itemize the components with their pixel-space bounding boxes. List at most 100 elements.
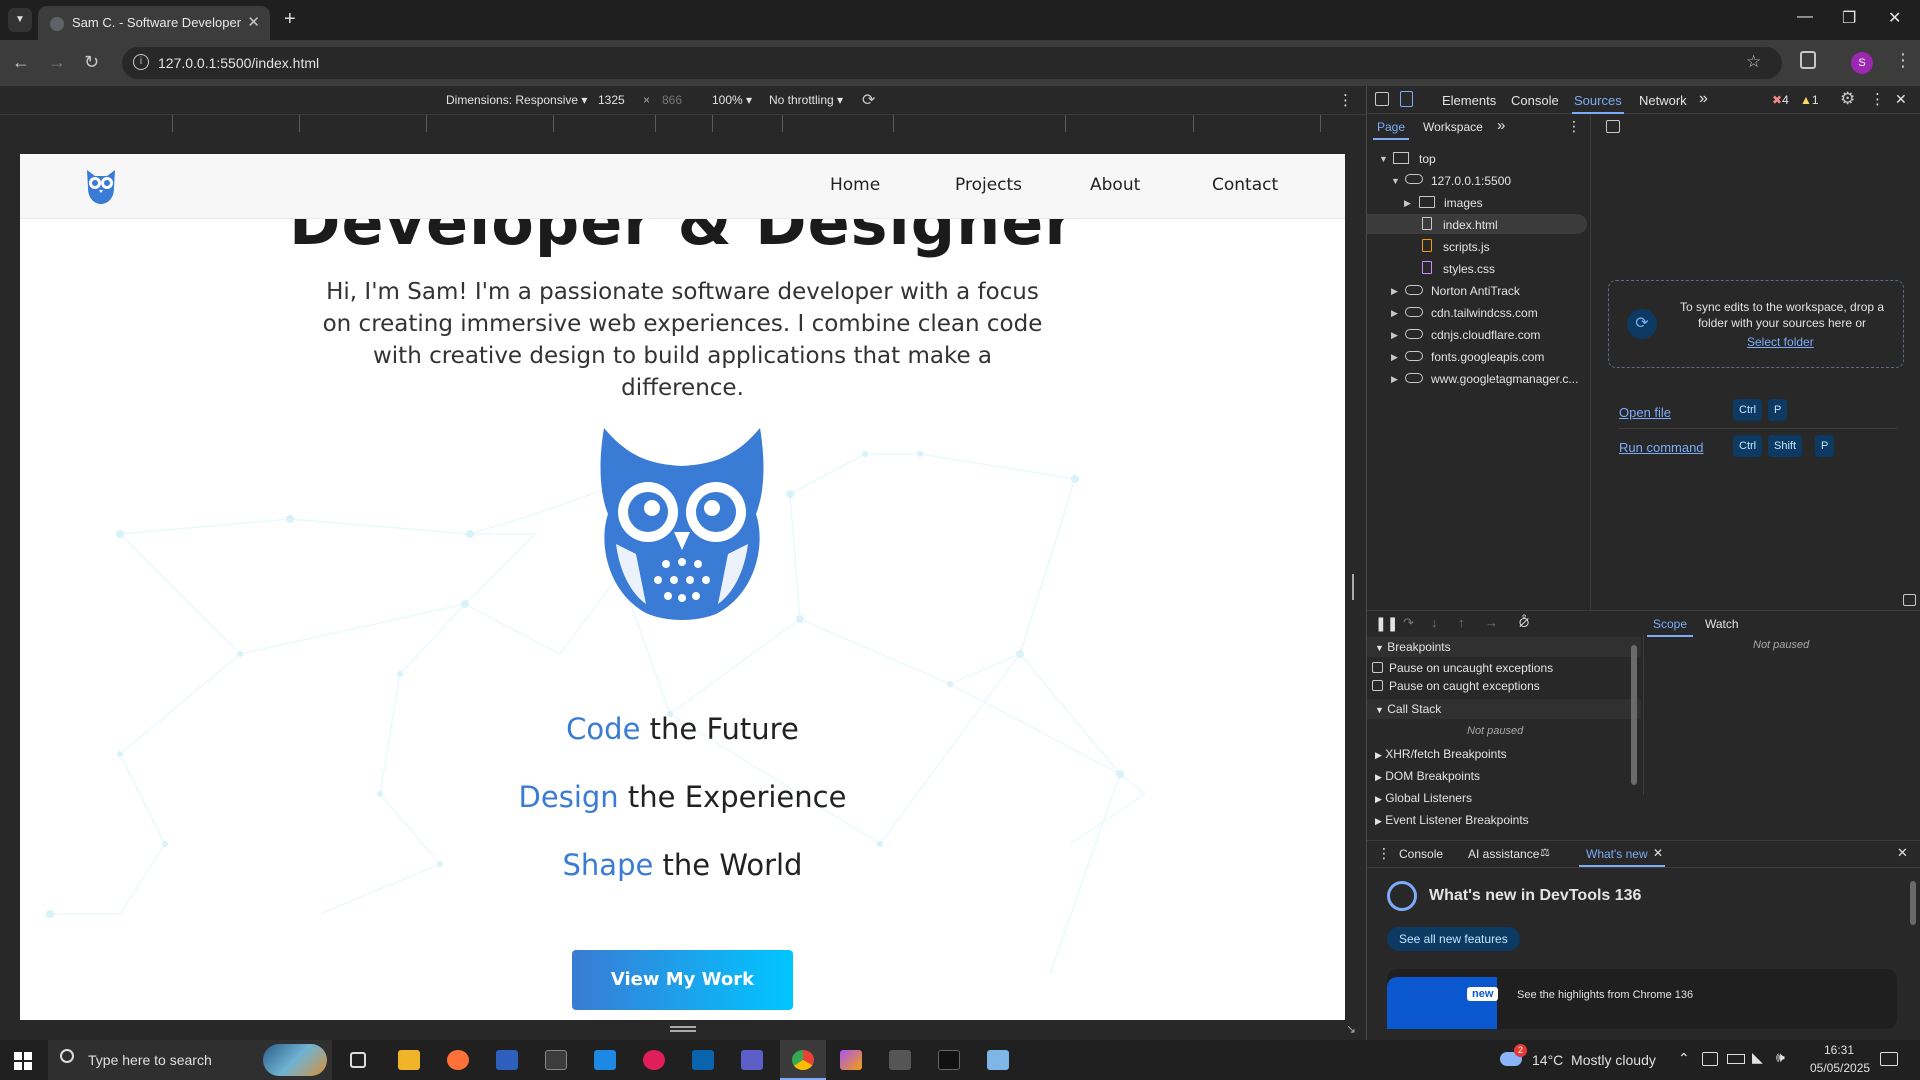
- tree-top[interactable]: top: [1419, 152, 1436, 166]
- warning-count-badge[interactable]: ▲1: [1800, 93, 1819, 107]
- tree-expand-top-icon[interactable]: ▼: [1379, 154, 1388, 164]
- taskbar-search-box[interactable]: Type here to search: [48, 1040, 332, 1080]
- snipping-icon[interactable]: [889, 1050, 911, 1070]
- rotate-icon[interactable]: ⟳: [862, 90, 875, 110]
- width-input[interactable]: 1325: [598, 93, 625, 107]
- debugger-scrollbar[interactable]: [1631, 645, 1637, 785]
- devtools-menu-icon[interactable]: ⋮: [1870, 90, 1885, 108]
- nav-about-link[interactable]: About: [1090, 175, 1140, 195]
- drawer-menu-icon[interactable]: ⋮: [1377, 845, 1391, 862]
- error-count-badge[interactable]: ✖4: [1772, 93, 1789, 107]
- nav-projects-link[interactable]: Projects: [955, 175, 1022, 195]
- firefox-icon[interactable]: [447, 1050, 469, 1070]
- throttling-select[interactable]: No throttling ▾: [769, 93, 843, 107]
- copilot-icon[interactable]: [840, 1050, 862, 1070]
- powershell-icon[interactable]: [496, 1050, 518, 1070]
- whats-new-close-icon[interactable]: ✕: [1653, 846, 1663, 860]
- tree-file-styles[interactable]: styles.css: [1443, 262, 1495, 276]
- inspect-element-icon[interactable]: [1375, 92, 1389, 106]
- step-out-icon[interactable]: ↑: [1458, 615, 1465, 630]
- viewport-resize-grip[interactable]: [670, 1026, 696, 1032]
- tree-expand-icon[interactable]: ▶: [1391, 308, 1398, 319]
- restore-button[interactable]: ❐: [1842, 8, 1856, 28]
- drawer-tab-ai-assistance[interactable]: AI assistance: [1468, 847, 1539, 861]
- tab-network[interactable]: Network: [1639, 93, 1687, 108]
- caught-checkbox[interactable]: [1372, 680, 1383, 691]
- tree-expand-icon[interactable]: ▶: [1391, 286, 1398, 297]
- tree-file-index[interactable]: index.html: [1443, 218, 1498, 232]
- new-tab-button[interactable]: +: [284, 8, 296, 31]
- address-bar[interactable]: i 127.0.0.1:5500/index.html ☆: [122, 47, 1782, 79]
- view-my-work-button[interactable]: View My Work: [572, 950, 793, 1010]
- tree-domain-tailwind[interactable]: cdn.tailwindcss.com: [1431, 306, 1538, 320]
- extensions-icon[interactable]: [1800, 51, 1816, 69]
- task-view-icon[interactable]: [350, 1052, 366, 1068]
- device-toggle-icon[interactable]: [1400, 91, 1413, 107]
- more-tabs-icon[interactable]: »: [1699, 90, 1708, 108]
- devtools-close-icon[interactable]: ✕: [1895, 91, 1907, 108]
- battery-icon[interactable]: [1727, 1054, 1745, 1064]
- navigator-menu-icon[interactable]: ⋮: [1567, 118, 1581, 135]
- step-over-icon[interactable]: ↷: [1403, 615, 1414, 631]
- dimensions-select[interactable]: Dimensions: Responsive ▾: [446, 93, 587, 107]
- teams-icon[interactable]: [741, 1050, 763, 1070]
- nav-home-link[interactable]: Home: [830, 175, 880, 195]
- highlights-card[interactable]: new See the highlights from Chrome 136: [1387, 969, 1897, 1029]
- profile-avatar[interactable]: S: [1851, 52, 1873, 74]
- call-stack-header[interactable]: ▼ Call Stack: [1367, 699, 1641, 719]
- tree-expand-images-icon[interactable]: ▶: [1404, 198, 1411, 209]
- owl-logo-icon[interactable]: [83, 166, 119, 206]
- clock-date[interactable]: 05/05/2025: [1810, 1061, 1870, 1075]
- select-folder-link[interactable]: Select folder: [1747, 335, 1814, 349]
- minimize-button[interactable]: —: [1797, 8, 1813, 26]
- run-command-link[interactable]: Run command: [1619, 440, 1704, 455]
- dom-breakpoints-header[interactable]: ▶ DOM Breakpoints: [1367, 769, 1641, 783]
- xhr-breakpoints-header[interactable]: ▶ XHR/fetch Breakpoints: [1367, 747, 1641, 761]
- toggle-debugger-icon[interactable]: [1903, 594, 1916, 606]
- nav-tab-workspace[interactable]: Workspace: [1423, 120, 1483, 134]
- step-icon[interactable]: →: [1485, 615, 1498, 630]
- forward-button[interactable]: →: [48, 52, 66, 73]
- tab-console[interactable]: Console: [1511, 93, 1559, 108]
- height-input[interactable]: 866: [662, 93, 682, 107]
- meet-now-icon[interactable]: [1702, 1052, 1718, 1066]
- volume-icon[interactable]: 🕪: [1776, 1049, 1785, 1066]
- tab-close-icon[interactable]: ✕: [247, 13, 260, 31]
- outlook-icon[interactable]: [692, 1050, 714, 1070]
- tree-domain-gtm[interactable]: www.googletagmanager.c...: [1431, 372, 1578, 386]
- workspace-drop-zone[interactable]: ⟳ To sync edits to the workspace, drop a…: [1608, 280, 1904, 368]
- tree-file-scripts[interactable]: scripts.js: [1443, 240, 1490, 254]
- tree-domain-norton[interactable]: Norton AntiTrack: [1431, 284, 1520, 298]
- vscode-icon[interactable]: [594, 1050, 616, 1070]
- app-icon[interactable]: [938, 1050, 960, 1070]
- device-toolbar-more-icon[interactable]: ⋮: [1338, 91, 1353, 109]
- zoom-select[interactable]: 100% ▾: [712, 93, 752, 107]
- tree-host[interactable]: 127.0.0.1:5500: [1431, 174, 1511, 188]
- tab-elements[interactable]: Elements: [1442, 93, 1496, 108]
- drawer-tab-console[interactable]: Console: [1399, 847, 1443, 861]
- viewport-corner-resize-icon[interactable]: ↘: [1346, 1022, 1356, 1036]
- drawer-close-icon[interactable]: ✕: [1897, 845, 1908, 861]
- bookmark-star-icon[interactable]: ☆: [1746, 52, 1761, 72]
- drawer-scrollbar[interactable]: [1910, 881, 1916, 925]
- tree-domain-googlefonts[interactable]: fonts.googleapis.com: [1431, 350, 1544, 364]
- back-button[interactable]: ←: [12, 52, 30, 73]
- tab-search-button[interactable]: ▼: [8, 8, 32, 32]
- weather-text[interactable]: 14°C Mostly cloudy: [1532, 1052, 1656, 1068]
- settings-gear-icon[interactable]: ⚙: [1840, 89, 1855, 109]
- nav-tab-page[interactable]: Page: [1377, 120, 1405, 134]
- event-listener-breakpoints-header[interactable]: ▶ Event Listener Breakpoints: [1367, 813, 1641, 827]
- breakpoints-header[interactable]: ▼ Breakpoints: [1367, 637, 1641, 657]
- tree-expand-icon[interactable]: ▶: [1391, 352, 1398, 363]
- global-listeners-header[interactable]: ▶ Global Listeners: [1367, 791, 1641, 805]
- tray-overflow-icon[interactable]: ⌃: [1678, 1050, 1690, 1067]
- notification-icon[interactable]: [1880, 1052, 1898, 1066]
- file-explorer-icon[interactable]: [398, 1050, 420, 1070]
- tree-expand-host-icon[interactable]: ▼: [1391, 176, 1400, 186]
- wifi-icon[interactable]: ◣: [1752, 1049, 1763, 1066]
- drawer-tab-whats-new[interactable]: What's new: [1586, 847, 1648, 861]
- tab-sources[interactable]: Sources: [1574, 93, 1622, 108]
- chrome-taskbar-icon[interactable]: [792, 1050, 814, 1070]
- tree-expand-icon[interactable]: ▶: [1391, 330, 1398, 341]
- step-into-icon[interactable]: ↓: [1431, 615, 1438, 630]
